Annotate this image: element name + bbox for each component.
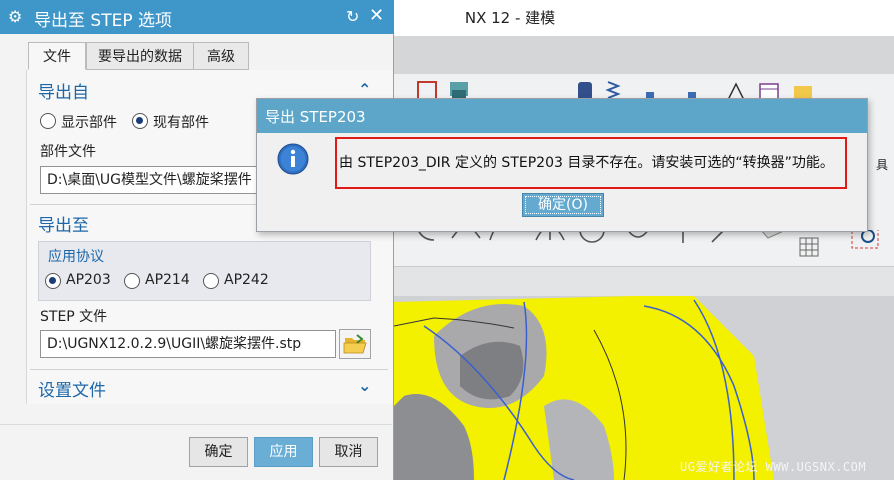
- radio-ap214-label: AP214: [145, 272, 190, 288]
- dialog-titlebar[interactable]: ⚙ 导出至 STEP 选项 ↻ ✕: [0, 0, 394, 34]
- protocol-group-label: 应用协议: [48, 249, 104, 265]
- watermark: UG爱好者论坛 WWW.UGSNX.COM: [680, 460, 867, 474]
- step-file-field[interactable]: D:\UGNX12.0.2.9\UGII\螺旋桨摆件.stp: [40, 330, 336, 358]
- radio-display-part[interactable]: [40, 113, 56, 129]
- radio-existing-part-label: 现有部件: [153, 115, 209, 131]
- cancel-button[interactable]: 取消: [319, 437, 378, 467]
- feature-icon-2[interactable]: [450, 82, 468, 98]
- browse-button[interactable]: [339, 329, 371, 359]
- info-icon: [277, 143, 309, 175]
- part-file-field[interactable]: D:\桌面\UG模型文件\螺旋桨摆件: [40, 166, 260, 194]
- message-text: 由 STEP203_DIR 定义的 STEP203 目录不存在。请安装可选的“转…: [339, 155, 834, 171]
- tab-data-to-export[interactable]: 要导出的数据: [86, 42, 194, 70]
- error-message-box: 导出 STEP203 由 STEP203_DIR 定义的 STEP203 目录不…: [256, 98, 868, 232]
- part-file-label: 部件文件: [40, 144, 96, 160]
- section-export-from[interactable]: 导出自: [38, 78, 89, 103]
- apply-button[interactable]: 应用: [254, 437, 313, 467]
- radio-ap203-label: AP203: [66, 272, 111, 288]
- radio-ap214[interactable]: [124, 273, 140, 289]
- graphics-viewport[interactable]: [394, 296, 894, 480]
- radio-existing-part[interactable]: [132, 113, 148, 129]
- divider: [0, 424, 392, 425]
- folder-open-icon: [343, 334, 367, 354]
- spring-icon[interactable]: [605, 81, 621, 99]
- chevron-down-icon[interactable]: ⌄: [358, 376, 371, 395]
- ok-button[interactable]: 确定: [189, 437, 248, 467]
- radio-ap203[interactable]: [45, 273, 61, 289]
- tab-advanced[interactable]: 高级: [193, 42, 249, 70]
- section-settings-file[interactable]: 设置文件: [38, 376, 106, 401]
- export-step-dialog: ⚙ 导出至 STEP 选项 ↻ ✕ 文件 要导出的数据 高级 导出自 ⌃ 显示部…: [0, 0, 394, 480]
- dialog-title: 导出至 STEP 选项: [34, 11, 172, 31]
- close-icon[interactable]: ✕: [369, 5, 384, 26]
- tab-file[interactable]: 文件: [28, 42, 86, 70]
- message-ok-button[interactable]: 确定(O): [522, 193, 604, 217]
- chevron-up-icon[interactable]: ⌃: [358, 80, 371, 99]
- message-titlebar[interactable]: 导出 STEP203: [257, 99, 867, 133]
- propeller-model: [394, 296, 894, 480]
- radio-ap242[interactable]: [203, 273, 219, 289]
- message-title: 导出 STEP203: [265, 108, 366, 126]
- side-label-tool: 具: [876, 158, 889, 172]
- section-export-to[interactable]: 导出至: [38, 211, 89, 236]
- divider: [30, 369, 388, 370]
- step-file-label: STEP 文件: [40, 309, 108, 325]
- gear-icon[interactable]: ⚙: [8, 7, 22, 26]
- radio-display-part-label: 显示部件: [61, 115, 117, 131]
- selection-bar: [394, 266, 894, 297]
- radio-ap242-label: AP242: [224, 272, 269, 288]
- reset-icon[interactable]: ↻: [346, 7, 359, 26]
